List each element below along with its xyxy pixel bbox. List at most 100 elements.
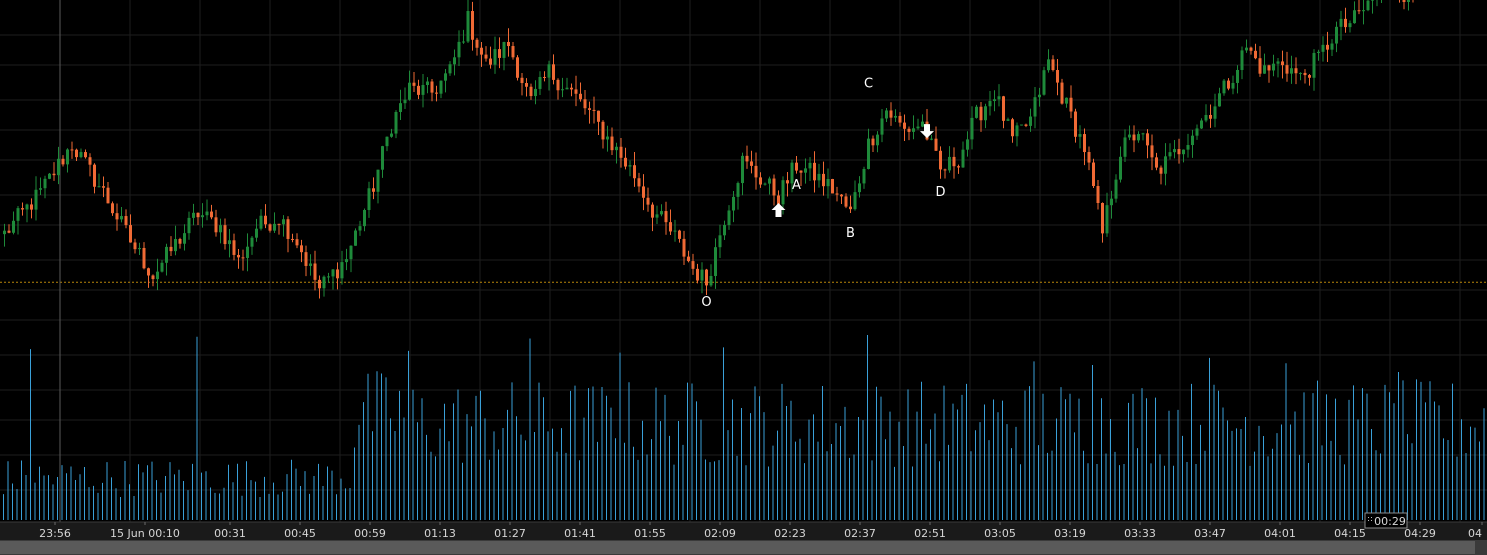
candle-body <box>1051 59 1055 71</box>
stock-chart[interactable]: O A B C D 23:56 15 Jun 00:10 00:31 00:45 00:59 01… <box>0 0 1487 555</box>
candle-body <box>700 269 704 281</box>
candle-body <box>138 247 141 250</box>
candle-body <box>453 57 456 65</box>
resize-dot <box>1371 517 1372 518</box>
candle-body <box>669 222 672 232</box>
candle-body <box>88 157 92 165</box>
candle-body <box>1083 134 1086 153</box>
candle-body <box>106 187 110 204</box>
candle-body <box>853 192 857 210</box>
x-tick-label: 04:15 <box>1334 527 1366 540</box>
candle-body <box>52 173 56 176</box>
candle-body <box>417 85 420 95</box>
candle-body <box>102 186 105 188</box>
candle-body <box>394 111 398 134</box>
annotation-label: C <box>864 77 873 92</box>
candle-body <box>628 165 632 167</box>
candle-body <box>903 122 906 129</box>
candle-body <box>75 149 78 158</box>
candle-body <box>1213 106 1217 119</box>
candle-body <box>952 156 956 167</box>
candle-body <box>300 245 303 253</box>
candle-body <box>97 186 101 188</box>
candle-body <box>250 237 254 247</box>
candle-body <box>228 240 231 245</box>
candle-body <box>574 89 578 94</box>
candle-body <box>1344 18 1347 28</box>
candle-body <box>241 257 245 259</box>
x-axis: 23:56 15 Jun 00:10 00:31 00:45 00:59 01:13 01:… <box>0 521 1487 540</box>
x-tick-label: 02:09 <box>704 527 736 540</box>
candle-body <box>151 275 155 280</box>
candle-body <box>727 210 731 225</box>
candle-body <box>651 204 654 218</box>
x-tick-label: 03:47 <box>1194 527 1226 540</box>
candle-body <box>363 209 366 227</box>
candle-body <box>1339 18 1343 27</box>
candle-body <box>840 194 843 197</box>
candle-body <box>426 81 429 86</box>
x-tick-label: 01:41 <box>564 527 596 540</box>
candle-body <box>1146 133 1149 146</box>
candle-body <box>1155 157 1158 168</box>
candle-body <box>3 230 6 235</box>
candle-body <box>988 101 992 107</box>
x-tick-label: 03:19 <box>1054 527 1086 540</box>
candle-body <box>178 239 182 244</box>
candle-body <box>1024 124 1028 126</box>
candle-body <box>1114 179 1118 199</box>
candle-body <box>1200 120 1203 129</box>
candle-body <box>12 220 15 233</box>
resize-dot <box>1371 520 1372 521</box>
candle-body <box>597 110 600 122</box>
candle-body <box>1087 152 1091 163</box>
candle-body <box>462 41 465 43</box>
candle-body <box>147 268 150 276</box>
annotation-label: A <box>792 178 801 193</box>
candle-body <box>61 158 65 165</box>
candle-body <box>430 81 434 93</box>
candle-body <box>1002 96 1005 121</box>
candle-body <box>795 162 798 171</box>
candle-body <box>295 239 299 246</box>
candle-body <box>408 82 411 100</box>
candle-body <box>331 269 335 277</box>
candle-body <box>664 211 668 223</box>
candle-body <box>493 49 497 65</box>
candle-body <box>763 183 767 185</box>
candle-body <box>43 178 47 189</box>
candle-body <box>1308 75 1311 78</box>
candle-body <box>552 64 555 80</box>
candle-body <box>547 64 551 78</box>
candle-body <box>381 146 384 170</box>
candle-body <box>1204 114 1208 121</box>
candle-body <box>754 165 758 178</box>
x-tick-label: 02:51 <box>914 527 946 540</box>
candle-body <box>21 208 24 210</box>
candle-body <box>709 275 713 286</box>
candle-body <box>507 41 510 47</box>
candle-body <box>529 86 533 97</box>
candle-body <box>750 161 753 166</box>
horizontal-scrollbar-thumb[interactable] <box>0 541 1475 554</box>
annotation-label: B <box>846 226 855 241</box>
candle-body <box>484 54 488 59</box>
candle-body <box>543 76 546 78</box>
candle-body <box>1033 97 1037 117</box>
candle-body <box>921 121 924 127</box>
candle-body <box>592 109 596 111</box>
candle-body <box>655 214 659 218</box>
candle-body <box>583 99 587 109</box>
candle-body <box>975 106 978 118</box>
candle-body <box>1191 135 1194 146</box>
candle-body <box>835 193 839 195</box>
candle-body <box>1195 128 1199 136</box>
candle-body <box>336 269 339 279</box>
candle-body <box>340 262 344 279</box>
candle-body <box>1105 205 1109 234</box>
candle-body <box>1330 43 1334 50</box>
candle-body <box>889 110 893 118</box>
candle-body <box>534 88 537 97</box>
candle-body <box>817 173 821 181</box>
candle-body <box>1110 198 1113 206</box>
